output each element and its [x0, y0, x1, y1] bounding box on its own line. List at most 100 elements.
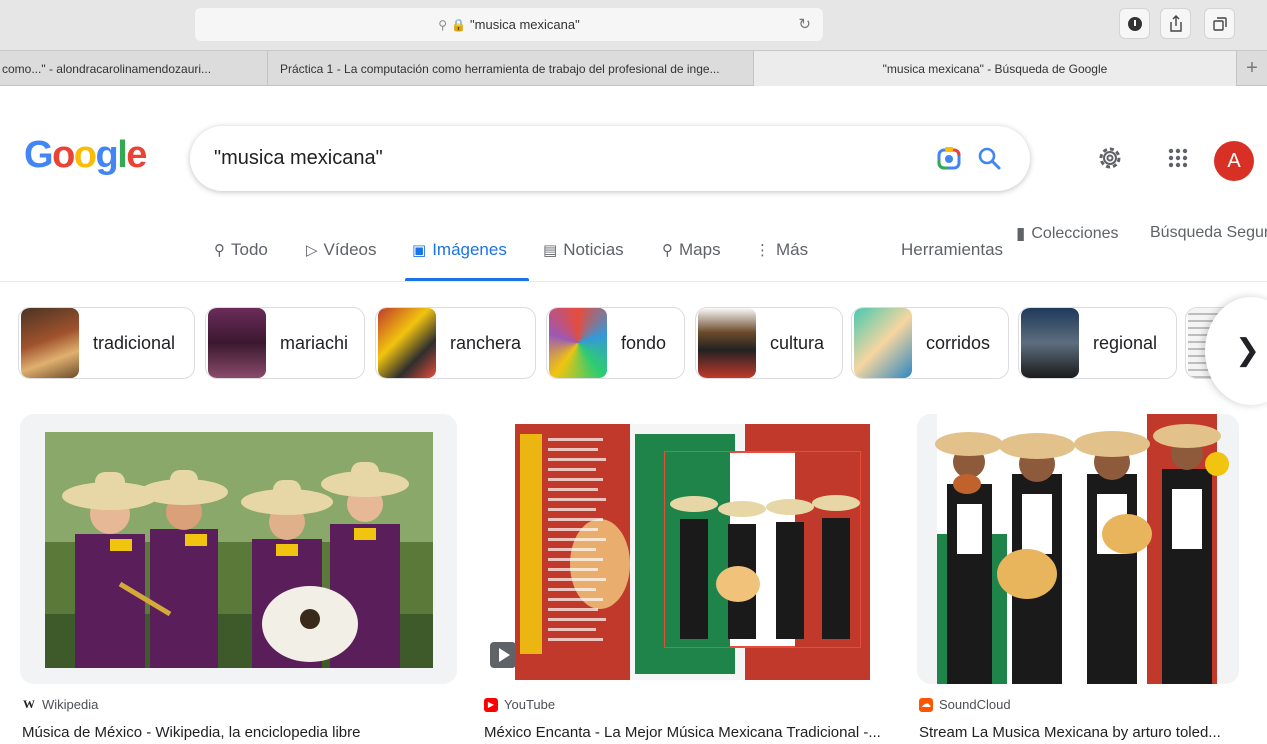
chevron-right-icon: ❯ [1235, 334, 1261, 367]
tab-label: Maps [679, 240, 721, 259]
settings-gear-icon[interactable] [1096, 144, 1124, 172]
logo-letter: l [117, 134, 128, 176]
cartoon-mariachi-image [917, 414, 1239, 684]
tab-label: Vídeos [323, 240, 377, 259]
result-image-1[interactable] [20, 414, 457, 684]
bookmark-icon: ▮ [1016, 224, 1026, 243]
google-logo[interactable]: Google [24, 134, 147, 177]
chip-fondo[interactable]: fondo [546, 307, 685, 379]
safe-search-label: Búsqueda Segura [1150, 224, 1267, 241]
tab-label: Todo [231, 240, 268, 259]
logo-letter: o [52, 134, 75, 176]
google-lens-icon[interactable] [935, 144, 963, 172]
result-title-3[interactable]: Stream La Musica Mexicana by arturo tole… [919, 724, 1239, 741]
chip-label: regional [1093, 332, 1158, 353]
result-source-2[interactable]: ▶ YouTube [484, 697, 555, 712]
tab-maps[interactable]: ⚲ Maps [662, 240, 721, 260]
result-image-2[interactable] [480, 414, 895, 684]
chip-label: corridos [926, 332, 991, 353]
wikipedia-icon: W [23, 697, 35, 711]
tab-mas[interactable]: ⋮ Más [755, 240, 808, 260]
chip-tradicional[interactable]: tradicional [18, 307, 195, 379]
search-box [190, 126, 1030, 191]
play-box-icon: ▷ [306, 242, 318, 259]
privacy-report-button[interactable] [1119, 8, 1150, 39]
chip-thumbnail [21, 308, 79, 378]
chip-thumbnail [854, 308, 912, 378]
chip-label: cultura [770, 332, 825, 353]
chip-label: ranchera [450, 332, 522, 353]
search-input[interactable] [214, 140, 894, 176]
share-button[interactable] [1160, 8, 1191, 39]
tabs-icon [1212, 16, 1227, 31]
tab-label: Imágenes [432, 240, 507, 259]
chip-thumbnail [698, 308, 756, 378]
search-icon: ⚲ [438, 17, 448, 32]
source-label: SoundCloud [939, 697, 1011, 712]
tab-noticias[interactable]: ▤ Noticias [543, 240, 624, 260]
collections-button[interactable]: ▮ Colecciones [1016, 224, 1119, 244]
result-source-3[interactable]: ☁ SoundCloud [919, 697, 1011, 712]
tab-todo[interactable]: ⚲ Todo [214, 240, 268, 260]
result-title-2[interactable]: México Encanta - La Mejor Música Mexican… [484, 724, 904, 741]
address-bar[interactable]: ⚲ 🔒 "musica mexicana" ↻ [195, 8, 823, 41]
nav-divider [0, 281, 1267, 282]
newspaper-icon: ▤ [543, 242, 558, 259]
tab-label: Más [776, 240, 809, 259]
chip-label: mariachi [280, 332, 349, 353]
logo-letter: e [126, 134, 147, 176]
chip-label: tradicional [93, 332, 176, 353]
tools-button[interactable]: Herramientas [901, 240, 1003, 260]
browser-tab-1[interactable]: como..." - alondracarolinamendozauri... [0, 51, 268, 86]
address-text: "musica mexicana" [470, 17, 580, 32]
tab-label: como..." - alondracarolinamendozauri... [2, 61, 212, 76]
tab-imagenes[interactable]: ▣ Imágenes [412, 240, 507, 260]
reload-icon[interactable]: ↻ [798, 15, 811, 33]
chip-ranchera[interactable]: ranchera [375, 307, 536, 379]
tab-label: "musica mexicana" - Búsqueda de Google [882, 61, 1108, 76]
chip-thumbnail [549, 308, 607, 378]
logo-letter: g [95, 134, 119, 176]
collections-label: Colecciones [1031, 225, 1119, 242]
tab-label: Práctica 1 - La computación como herrami… [280, 61, 720, 76]
chip-corridos[interactable]: corridos [851, 307, 1009, 379]
chip-cultura[interactable]: cultura [695, 307, 843, 379]
result-title-1[interactable]: Música de México - Wikipedia, la enciclo… [22, 724, 462, 741]
youtube-icon: ▶ [484, 697, 498, 712]
browser-tab-2[interactable]: Práctica 1 - La computación como herrami… [268, 51, 754, 86]
tools-label: Herramientas [901, 240, 1004, 259]
chip-mariachi[interactable]: mariachi [205, 307, 365, 379]
search-icon: ⚲ [214, 242, 225, 259]
tab-bar: como..." - alondracarolinamendozauri... … [0, 50, 1267, 86]
result-image-3[interactable] [917, 414, 1239, 684]
safe-search-button[interactable]: Búsqueda Segura [1150, 224, 1267, 242]
chip-thumbnail [1021, 308, 1079, 378]
browser-tab-active[interactable]: "musica mexicana" - Búsqueda de Google [754, 51, 1237, 86]
album-cover-image [480, 414, 895, 684]
logo-letter: o [73, 134, 97, 176]
lock-icon: 🔒 [451, 17, 467, 32]
new-tab-button[interactable]: + [1237, 51, 1267, 86]
tab-overview-button[interactable] [1204, 8, 1235, 39]
chip-label: fondo [621, 332, 667, 353]
chip-thumbnail [208, 308, 266, 378]
search-icon[interactable] [975, 144, 1003, 172]
share-icon [1169, 14, 1182, 32]
mariachi-photo [20, 414, 457, 684]
source-label: Wikipedia [42, 697, 99, 712]
soundcloud-icon: ☁ [919, 697, 933, 712]
more-vertical-icon: ⋮ [755, 242, 770, 259]
google-apps-icon[interactable] [1164, 144, 1192, 172]
result-source-1[interactable]: W Wikipedia [22, 697, 98, 712]
browser-toolbar: ⚲ 🔒 "musica mexicana" ↻ [0, 0, 1267, 50]
tab-videos[interactable]: ▷ Vídeos [306, 240, 376, 260]
image-icon: ▣ [412, 242, 427, 259]
source-label: YouTube [504, 697, 556, 712]
logo-letter: G [24, 134, 54, 176]
tab-label: Noticias [563, 240, 624, 259]
location-pin-icon: ⚲ [662, 242, 673, 259]
chip-regional[interactable]: regional [1018, 307, 1177, 379]
shield-icon [1127, 16, 1142, 31]
chip-thumbnail [378, 308, 436, 378]
account-avatar[interactable]: A [1214, 141, 1254, 181]
